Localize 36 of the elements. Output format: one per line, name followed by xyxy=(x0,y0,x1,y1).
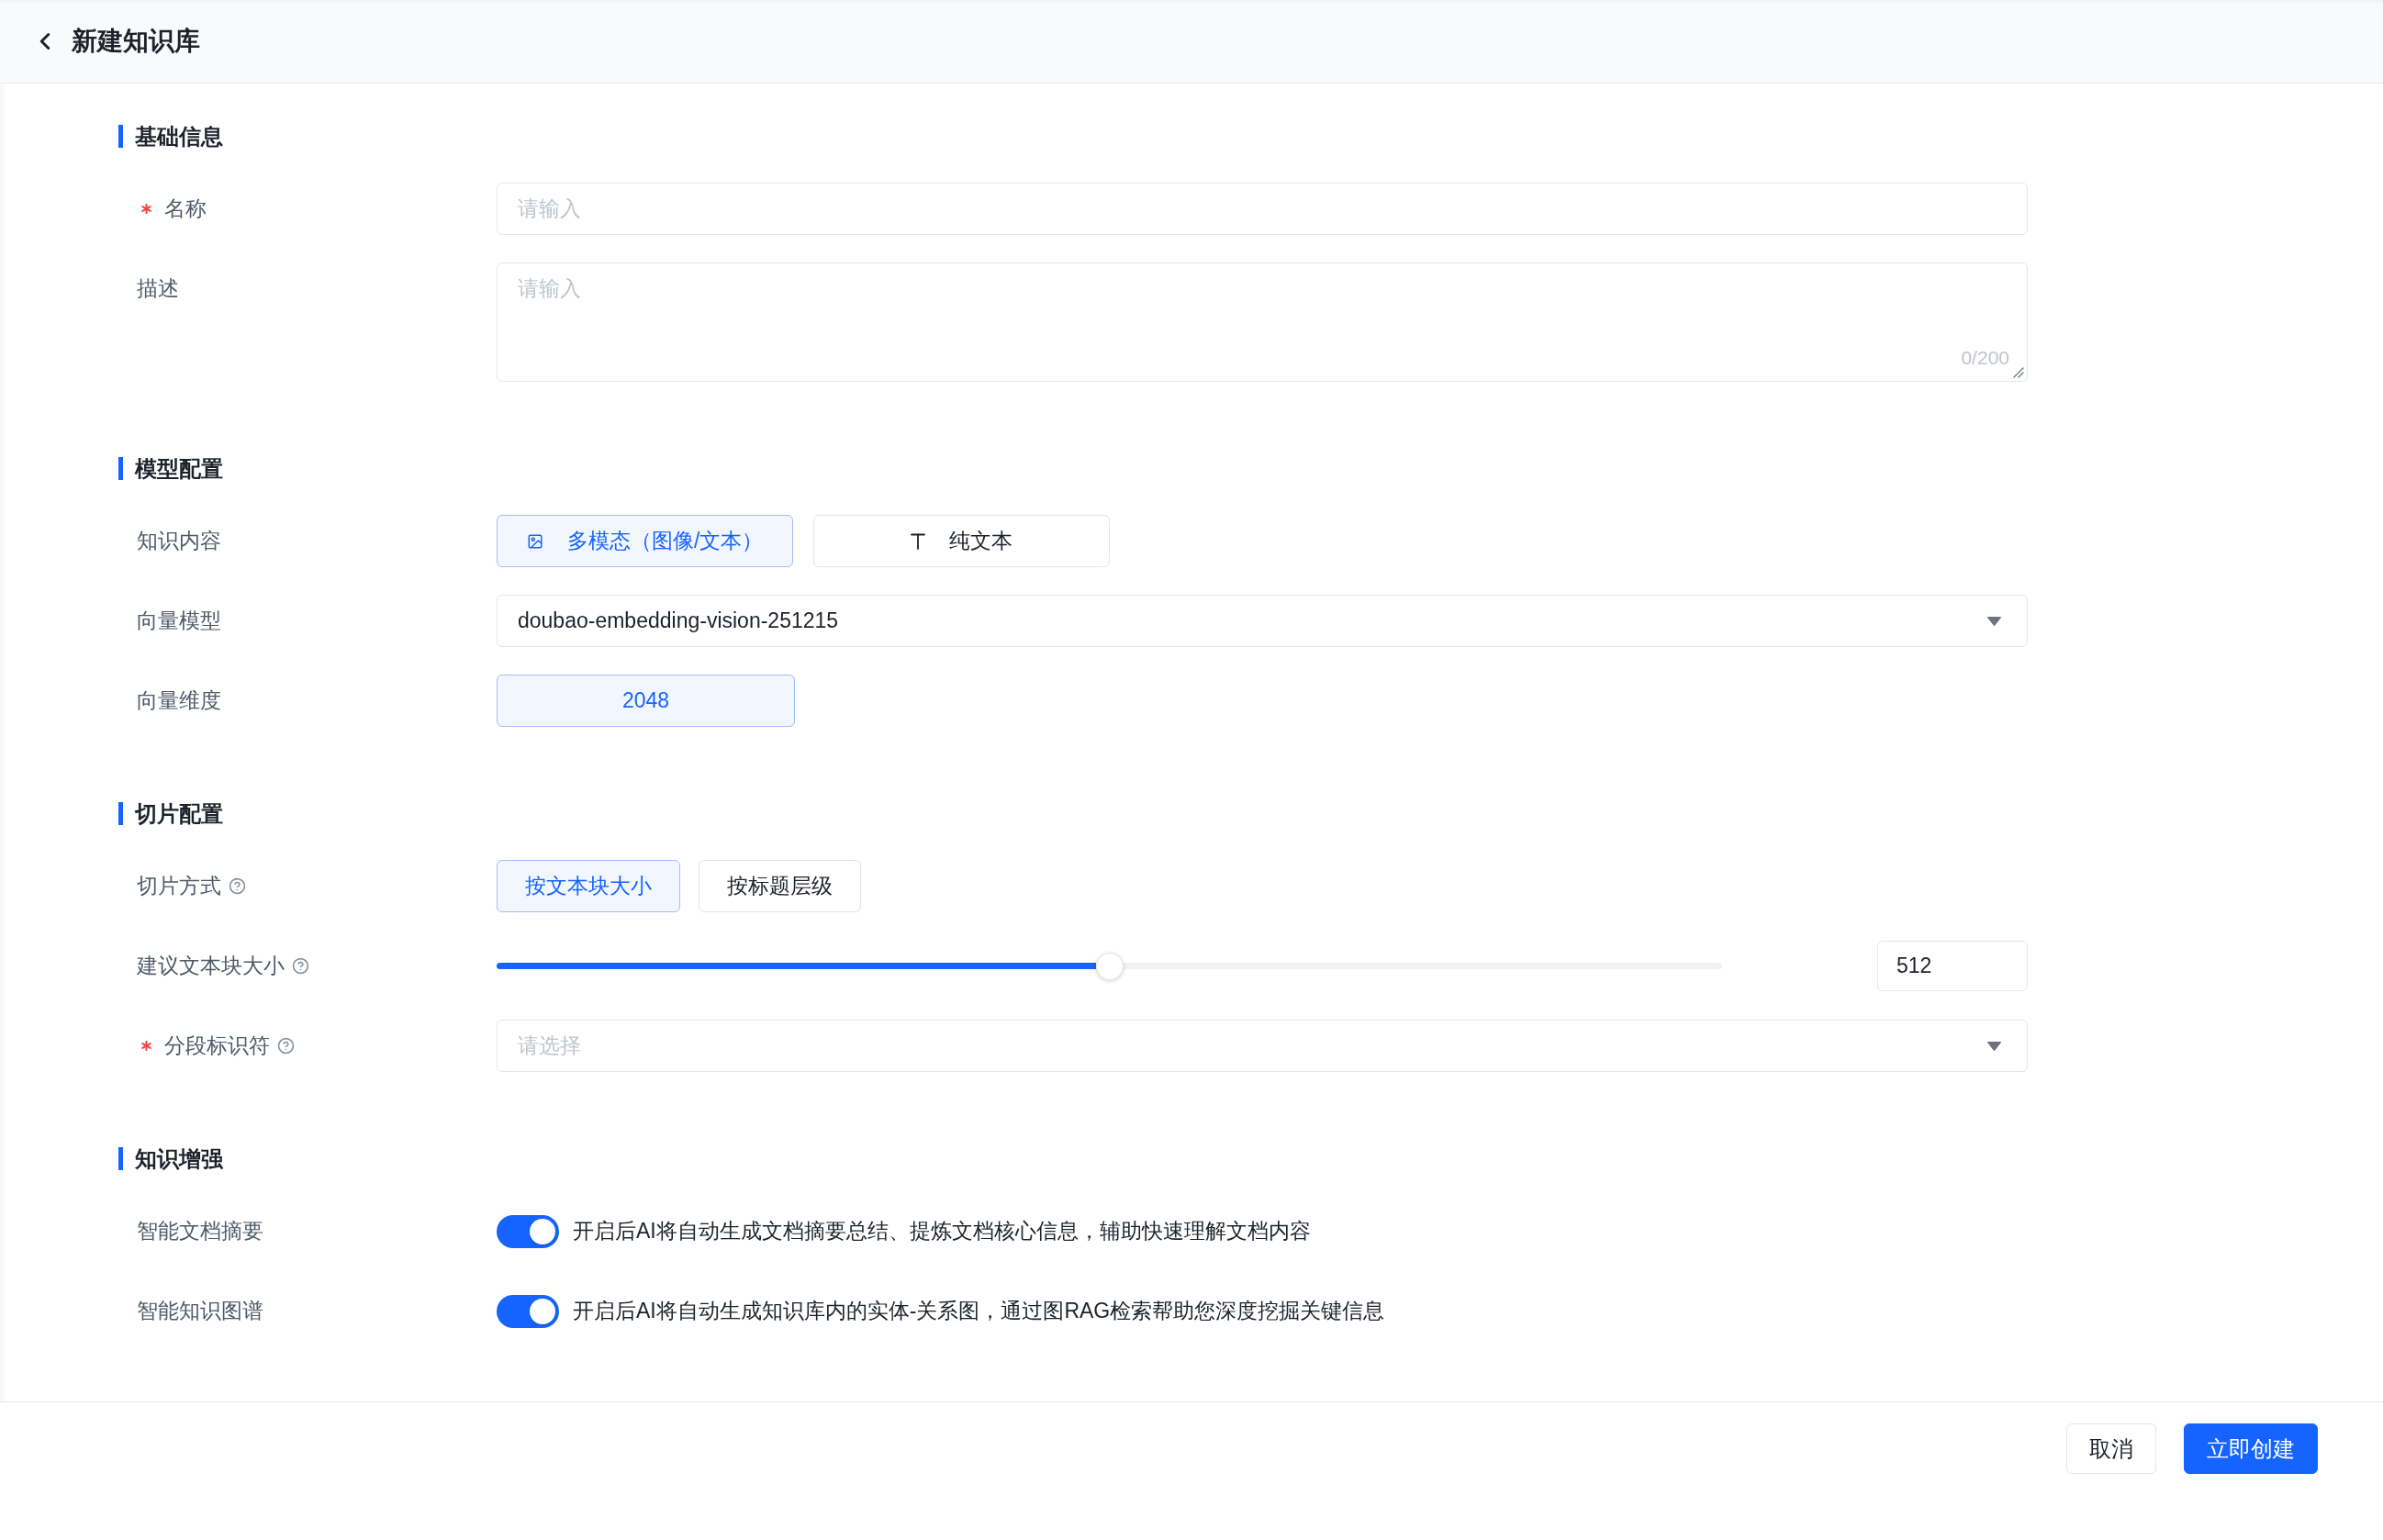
field-label: 向量维度 xyxy=(137,687,221,715)
toggle-switch[interactable] xyxy=(497,1214,559,1248)
name-input[interactable]: 请输入 xyxy=(497,183,2028,235)
option-button[interactable]: 纯文本 xyxy=(813,515,1111,567)
cancel-button[interactable]: 取消 xyxy=(2066,1423,2156,1474)
option-button[interactable]: 按标题层级 xyxy=(699,860,861,912)
caret-icon xyxy=(1987,1041,2001,1051)
field-label: 知识内容 xyxy=(137,528,221,555)
section-heading: 知识增强 xyxy=(118,1147,223,1170)
field-label: 智能知识图谱 xyxy=(137,1298,263,1325)
switch-description: 开启后AI将自动生成文档摘要总结、提炼文档核心信息，辅助快速理解文档内容 xyxy=(573,1218,1311,1245)
section-heading: 基础信息 xyxy=(118,125,223,148)
section-heading: 模型配置 xyxy=(118,457,223,480)
resize-handle-icon xyxy=(2013,367,2024,378)
slider-thumb[interactable] xyxy=(1095,952,1124,980)
dimension-value: 2048 xyxy=(497,675,795,727)
switch-description: 开启后AI将自动生成知识库内的实体-关系图，通过图RAG检索帮助您深度挖掘关键信息 xyxy=(573,1298,1385,1325)
caret-icon xyxy=(1987,616,2001,626)
section-heading: 切片配置 xyxy=(118,802,223,825)
field-label: 切片方式 xyxy=(137,873,221,900)
number-input[interactable]: 512 xyxy=(1877,941,2028,991)
page-title: 新建知识库 xyxy=(72,26,200,57)
field-label: 智能文档摘要 xyxy=(137,1218,263,1245)
image-icon xyxy=(527,532,543,550)
field-label: 名称 xyxy=(164,195,207,223)
toggle-switch[interactable] xyxy=(497,1294,559,1328)
create-button[interactable]: 立即创建 xyxy=(2184,1423,2318,1474)
field-label: 分段标识符 xyxy=(164,1032,270,1060)
field-label: 描述 xyxy=(137,275,179,303)
character-counter: 0/200 xyxy=(1961,347,2009,369)
option-button[interactable]: 多模态（图像/文本） xyxy=(497,515,794,567)
dropdown-select[interactable]: doubao-embedding-vision-251215 xyxy=(497,595,2028,647)
field-label: 向量模型 xyxy=(137,608,221,635)
field-label: 建议文本块大小 xyxy=(137,953,285,980)
text-type-icon xyxy=(911,532,926,550)
option-button[interactable]: 按文本块大小 xyxy=(497,860,680,912)
